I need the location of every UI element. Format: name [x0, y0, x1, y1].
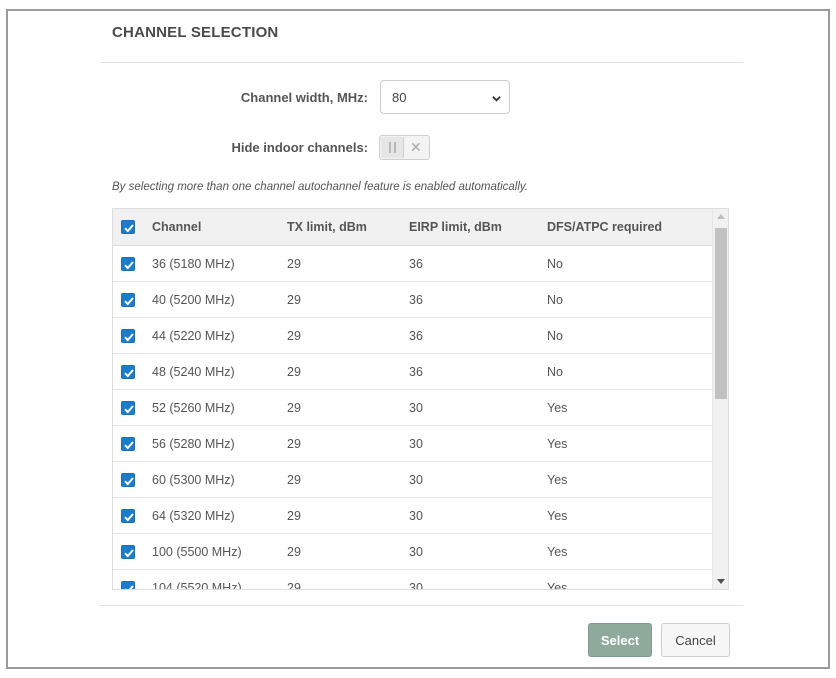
header-dfs-atpc[interactable]: DFS/ATPC required [547, 220, 662, 234]
table-row[interactable]: 52 (5260 MHz) 29 30 Yes [113, 390, 713, 426]
hide-indoor-label: Hide indoor channels: [231, 140, 368, 155]
cell-tx-limit: 29 [287, 293, 301, 307]
cell-dfs-atpc: Yes [547, 473, 568, 487]
cell-eirp-limit: 30 [409, 545, 423, 559]
cell-dfs-atpc: No [547, 257, 563, 271]
table-row[interactable]: 100 (5500 MHz) 29 30 Yes [113, 534, 713, 570]
table-row[interactable]: 44 (5220 MHz) 29 36 No [113, 318, 713, 354]
check-icon [124, 297, 134, 306]
header-channel[interactable]: Channel [152, 220, 201, 234]
table-row[interactable]: 60 (5300 MHz) 29 30 Yes [113, 462, 713, 498]
scroll-thumb[interactable] [715, 228, 727, 399]
cell-eirp-limit: 30 [409, 473, 423, 487]
cell-dfs-atpc: No [547, 365, 563, 379]
toggle-off-icon: ✕ [410, 139, 422, 155]
row-checkbox[interactable] [121, 257, 135, 271]
cell-dfs-atpc: Yes [547, 581, 568, 590]
check-icon [125, 585, 134, 589]
cell-eirp-limit: 36 [409, 329, 423, 343]
cell-tx-limit: 29 [287, 581, 301, 590]
cell-tx-limit: 29 [287, 329, 301, 343]
footer-divider [100, 605, 743, 606]
table-row[interactable]: 64 (5320 MHz) 29 30 Yes [113, 498, 713, 534]
channel-selection-dialog: CHANNEL SELECTION Channel width, MHz: 80… [6, 9, 830, 669]
cell-tx-limit: 29 [287, 257, 301, 271]
table-row[interactable]: 48 (5240 MHz) 29 36 No [113, 354, 713, 390]
channel-table: Channel TX limit, dBm EIRP limit, dBm DF… [112, 208, 729, 590]
check-icon [124, 513, 134, 522]
header-divider [100, 62, 743, 63]
check-icon [124, 369, 134, 378]
cell-dfs-atpc: No [547, 329, 563, 343]
check-icon [124, 224, 134, 233]
cell-eirp-limit: 36 [409, 293, 423, 307]
scroll-down-arrow-icon[interactable] [713, 573, 728, 589]
cell-eirp-limit: 30 [409, 401, 423, 415]
cell-tx-limit: 29 [287, 401, 301, 415]
cell-channel: 104 (5520 MHz) [152, 581, 242, 590]
header-eirp-limit[interactable]: EIRP limit, dBm [409, 220, 502, 234]
cancel-button[interactable]: Cancel [661, 623, 730, 657]
cell-channel: 36 (5180 MHz) [152, 257, 235, 271]
cell-tx-limit: 29 [287, 365, 301, 379]
scroll-up-arrow-icon[interactable] [713, 209, 728, 225]
row-checkbox[interactable] [121, 581, 135, 589]
row-checkbox[interactable] [121, 329, 135, 343]
cell-channel: 60 (5300 MHz) [152, 473, 235, 487]
check-icon [124, 477, 134, 486]
cell-eirp-limit: 30 [409, 581, 423, 590]
table-row[interactable]: 40 (5200 MHz) 29 36 No [113, 282, 713, 318]
cell-channel: 40 (5200 MHz) [152, 293, 235, 307]
cell-channel: 44 (5220 MHz) [152, 329, 235, 343]
dialog-title: CHANNEL SELECTION [112, 24, 279, 41]
cell-eirp-limit: 30 [409, 509, 423, 523]
cell-channel: 48 (5240 MHz) [152, 365, 235, 379]
row-checkbox[interactable] [121, 293, 135, 307]
check-icon [124, 261, 134, 270]
row-checkbox[interactable] [121, 437, 135, 451]
table-row[interactable]: 36 (5180 MHz) 29 36 No [113, 246, 713, 282]
hide-indoor-toggle[interactable]: ✕ [379, 135, 430, 160]
cell-tx-limit: 29 [287, 473, 301, 487]
cell-channel: 56 (5280 MHz) [152, 437, 235, 451]
cell-tx-limit: 29 [287, 545, 301, 559]
cell-dfs-atpc: Yes [547, 509, 568, 523]
table-scrollbar[interactable] [712, 209, 728, 589]
table-header: Channel TX limit, dBm EIRP limit, dBm DF… [113, 209, 713, 246]
row-checkbox[interactable] [121, 365, 135, 379]
header-tx-limit[interactable]: TX limit, dBm [287, 220, 367, 234]
cell-dfs-atpc: Yes [547, 437, 568, 451]
check-icon [124, 549, 134, 558]
row-checkbox[interactable] [121, 401, 135, 415]
cell-eirp-limit: 30 [409, 437, 423, 451]
table-row[interactable]: 104 (5520 MHz) 29 30 Yes [113, 570, 713, 590]
check-icon [124, 405, 134, 414]
table-row[interactable]: 56 (5280 MHz) 29 30 Yes [113, 426, 713, 462]
cell-eirp-limit: 36 [409, 257, 423, 271]
chevron-down-icon [492, 96, 501, 102]
cell-tx-limit: 29 [287, 509, 301, 523]
cell-dfs-atpc: Yes [547, 401, 568, 415]
cell-tx-limit: 29 [287, 437, 301, 451]
channel-width-label: Channel width, MHz: [240, 90, 368, 105]
row-checkbox[interactable] [121, 545, 135, 559]
cell-eirp-limit: 36 [409, 365, 423, 379]
channel-width-value: 80 [392, 90, 407, 105]
channel-width-select[interactable]: 80 [380, 80, 510, 114]
select-all-checkbox[interactable] [121, 220, 135, 234]
autochannel-note: By selecting more than one channel autoc… [112, 181, 528, 193]
cell-channel: 52 (5260 MHz) [152, 401, 235, 415]
row-checkbox[interactable] [121, 473, 135, 487]
check-icon [124, 441, 134, 450]
cell-channel: 64 (5320 MHz) [152, 509, 235, 523]
toggle-knob[interactable] [381, 137, 404, 158]
check-icon [124, 333, 134, 342]
cell-dfs-atpc: Yes [547, 545, 568, 559]
cell-channel: 100 (5500 MHz) [152, 545, 242, 559]
cell-dfs-atpc: No [547, 293, 563, 307]
select-button[interactable]: Select [588, 623, 652, 657]
row-checkbox[interactable] [121, 509, 135, 523]
